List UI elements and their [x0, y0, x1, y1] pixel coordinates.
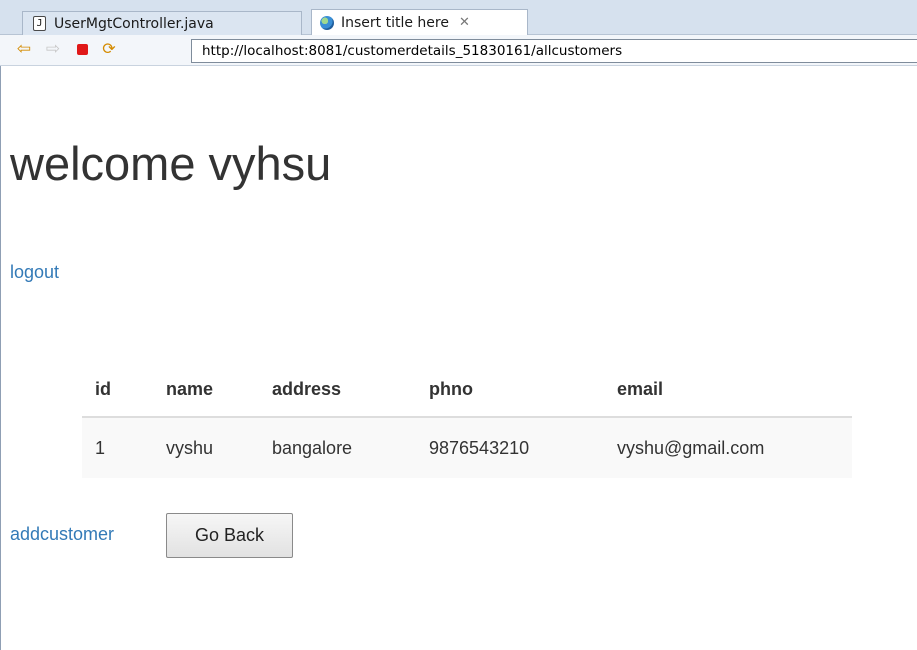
back-arrow-icon[interactable]: ⇦: [14, 39, 34, 59]
close-icon[interactable]: ✕: [459, 15, 470, 30]
cell-email: vyshu@gmail.com: [604, 417, 852, 478]
column-header-phno: phno: [416, 362, 604, 418]
add-customer-link[interactable]: addcustomer: [10, 524, 114, 545]
column-header-name: name: [153, 362, 259, 418]
cell-address: bangalore: [259, 417, 416, 478]
tab-usermgtcontroller[interactable]: J UserMgtController.java: [22, 11, 302, 35]
browser-navigation-bar: ⇦ ⇨ ⟳ http://localhost:8081/customerdeta…: [0, 35, 917, 66]
url-field[interactable]: http://localhost:8081/customerdetails_51…: [191, 39, 917, 63]
column-header-id: id: [82, 362, 153, 418]
column-header-email: email: [604, 362, 852, 418]
tab-label: UserMgtController.java: [54, 15, 214, 32]
table-header-row: id name address phno email: [82, 362, 852, 418]
window-left-border: [0, 0, 1, 650]
cell-phno: 9876543210: [416, 417, 604, 478]
logout-link[interactable]: logout: [10, 262, 59, 283]
editor-tab-bar: J UserMgtController.java Insert title he…: [0, 0, 917, 35]
cell-id: 1: [82, 417, 153, 478]
java-file-icon: J: [33, 16, 46, 31]
column-header-address: address: [259, 362, 416, 418]
forward-arrow-icon[interactable]: ⇨: [43, 39, 63, 59]
customers-table: id name address phno email 1 vyshu banga…: [82, 362, 852, 478]
table-row: 1 vyshu bangalore 9876543210 vyshu@gmail…: [82, 417, 852, 478]
refresh-icon[interactable]: ⟳: [99, 39, 119, 59]
globe-icon: [320, 15, 334, 30]
tab-label: Insert title here: [341, 14, 449, 31]
go-back-button[interactable]: Go Back: [166, 513, 293, 558]
page-title: welcome vyhsu: [10, 137, 332, 190]
tab-insert-title[interactable]: Insert title here ✕: [311, 9, 528, 35]
stop-icon[interactable]: [72, 39, 92, 59]
cell-name: vyshu: [153, 417, 259, 478]
